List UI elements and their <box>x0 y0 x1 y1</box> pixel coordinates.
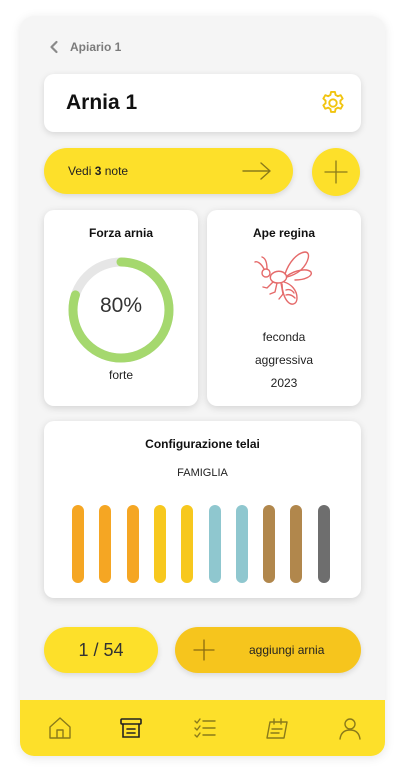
page-title: Arnia 1 <box>66 91 138 114</box>
plus-icon <box>193 639 215 661</box>
frames-row <box>72 505 334 583</box>
arrow-right-icon <box>242 162 271 180</box>
frame-bar[interactable] <box>72 505 84 583</box>
frames-title: Configurazione telai <box>145 437 260 451</box>
hive-counter: 1 / 54 <box>44 627 158 673</box>
queen-line-1: feconda <box>262 330 306 344</box>
frame-bar[interactable] <box>235 505 248 583</box>
gear-icon[interactable] <box>319 89 347 117</box>
frame-bar[interactable] <box>181 505 194 583</box>
bottom-nav <box>20 700 385 756</box>
calendar-icon[interactable] <box>264 715 290 741</box>
frame-bar[interactable] <box>263 505 276 583</box>
home-icon[interactable] <box>47 715 73 741</box>
back-link[interactable]: Apiario 1 <box>48 40 121 54</box>
plus-icon <box>324 160 348 184</box>
frame-bar[interactable] <box>290 505 303 583</box>
hive-title-card: Arnia 1 <box>44 74 361 132</box>
back-label: Apiario 1 <box>70 40 122 54</box>
bee-icon <box>254 251 312 305</box>
queen-line-2: aggressiva <box>254 353 314 367</box>
chevron-left-icon <box>50 40 58 54</box>
queen-bee-card[interactable]: Ape regina feconda aggressiva 2023 <box>207 210 361 406</box>
queen-line-3: 2023 <box>270 376 298 390</box>
strength-title: Forza arnia <box>88 226 154 240</box>
checklist-icon[interactable] <box>192 715 218 741</box>
frame-bar[interactable] <box>208 505 221 583</box>
frame-bar[interactable] <box>126 505 139 583</box>
view-notes-button[interactable]: Vedi 3 note <box>44 148 293 194</box>
archive-icon[interactable] <box>118 715 144 741</box>
strength-percent: 80% <box>99 294 143 317</box>
strength-status: forte <box>108 368 133 382</box>
notes-count: 3 <box>94 164 102 178</box>
queen-title: Ape regina <box>252 226 315 240</box>
notes-label: Vedi 3 note <box>68 164 129 178</box>
phone-screen: Apiario 1 Arnia 1 Vedi 3 note Forza arni… <box>20 16 385 756</box>
add-note-button[interactable] <box>312 148 360 196</box>
frames-subtitle: FAMIGLIA <box>177 467 228 479</box>
frame-bar[interactable] <box>153 505 166 583</box>
frames-config-card[interactable]: Configurazione telai FAMIGLIA <box>44 421 361 598</box>
frame-bar[interactable] <box>99 505 112 583</box>
user-icon[interactable] <box>337 715 363 741</box>
hive-strength-card[interactable]: Forza arnia 80% forte <box>44 210 198 406</box>
add-hive-label: aggiungi arnia <box>249 643 325 657</box>
add-hive-button[interactable]: aggiungi arnia <box>175 627 361 673</box>
frame-bar[interactable] <box>317 505 330 583</box>
